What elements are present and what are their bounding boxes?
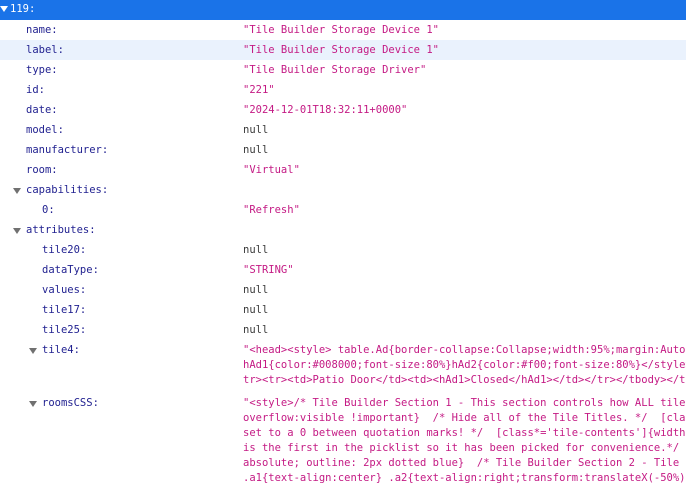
property-key: model: [26, 124, 64, 136]
property-key: attributes: [26, 224, 96, 236]
property-row-capabilities[interactable]: capabilities: [0, 180, 686, 200]
value-line: "<head><style> table.Ad{border-collapse:… [243, 344, 686, 356]
collapse-arrow-icon[interactable] [29, 348, 37, 354]
property-row-type[interactable]: type: "Tile Builder Storage Driver" [0, 60, 686, 80]
property-key: tile25: [42, 324, 87, 336]
property-key: tile4: [42, 344, 80, 356]
property-value: "Tile Builder Storage Device 1" [243, 24, 439, 36]
property-row-room[interactable]: room: "Virtual" [0, 160, 686, 180]
property-key: room: [26, 164, 58, 176]
property-key: manufacturer: [26, 144, 109, 156]
property-row-id[interactable]: id: "221" [0, 80, 686, 100]
property-row-values[interactable]: values: null [0, 280, 686, 300]
property-row-label[interactable]: label: "Tile Builder Storage Device 1" [0, 40, 686, 60]
value-line: absolute; outline: 2px dotted blue} /* T… [243, 457, 686, 469]
property-value: null [243, 144, 269, 156]
item-header[interactable]: 119: [0, 0, 686, 20]
property-row-tile20[interactable]: tile20: null [0, 240, 686, 260]
property-row-manufacturer[interactable]: manufacturer: null [0, 140, 686, 160]
value-line: .a1{text-align:center} .a2{text-align:ri… [243, 472, 686, 484]
value-line: tr><tr><td>Patio Door</td><td><hAd1>Clos… [243, 374, 686, 386]
property-key: capabilities: [26, 184, 109, 196]
item-index: 119: [10, 3, 36, 15]
property-row-datatype[interactable]: dataType: "STRING" [0, 260, 686, 280]
property-key: tile20: [42, 244, 87, 256]
collapse-arrow-icon[interactable] [13, 228, 21, 234]
property-row-model[interactable]: model: null [0, 120, 686, 140]
property-row-name[interactable]: name: "Tile Builder Storage Device 1" [0, 20, 686, 40]
property-value: "Tile Builder Storage Device 1" [243, 44, 439, 56]
property-value: "2024-12-01T18:32:11+0000" [243, 104, 408, 116]
collapse-arrow-icon[interactable] [13, 188, 21, 194]
property-row-attributes[interactable]: attributes: [0, 220, 686, 240]
value-line: overflow:visible !important} /* Hide all… [243, 412, 686, 424]
property-value: "Refresh" [243, 204, 300, 216]
property-value: "STRING" [243, 264, 294, 276]
property-key: dataType: [42, 264, 99, 276]
property-value: null [243, 124, 269, 136]
property-key: tile17: [42, 304, 87, 316]
value-line: is the first in the picklist so it has b… [243, 442, 686, 454]
property-value: null [243, 244, 269, 256]
property-value: null [243, 284, 269, 296]
property-row-capability-0[interactable]: 0: "Refresh" [0, 200, 686, 220]
property-key: 0: [42, 204, 55, 216]
property-value: "Tile Builder Storage Driver" [243, 64, 427, 76]
property-value: null [243, 324, 269, 336]
property-key: type: [26, 64, 58, 76]
property-key: name: [26, 24, 58, 36]
value-line: "<style>/* Tile Builder Section 1 - This… [243, 397, 686, 409]
property-key: values: [42, 284, 87, 296]
property-row-date[interactable]: date: "2024-12-01T18:32:11+0000" [0, 100, 686, 120]
roomscss-value: "<style>/* Tile Builder Section 1 - This… [243, 396, 686, 486]
property-value: null [243, 304, 269, 316]
property-value: "221" [243, 84, 275, 96]
property-key: id: [26, 84, 45, 96]
property-key: date: [26, 104, 58, 116]
collapse-arrow-icon[interactable] [29, 401, 37, 407]
tile4-value: "<head><style> table.Ad{border-collapse:… [243, 343, 686, 388]
value-line: set to a 0 between quotation marks! */ [… [243, 427, 686, 439]
property-row-tile17[interactable]: tile17: null [0, 300, 686, 320]
property-value: "Virtual" [243, 164, 300, 176]
value-line: hAd1{color:#008000;font-size:80%}hAd2{co… [243, 359, 686, 371]
collapse-arrow-icon[interactable] [0, 6, 8, 12]
property-key: roomsCSS: [42, 397, 99, 409]
property-key: label: [26, 44, 64, 56]
property-row-tile25[interactable]: tile25: null [0, 320, 686, 340]
